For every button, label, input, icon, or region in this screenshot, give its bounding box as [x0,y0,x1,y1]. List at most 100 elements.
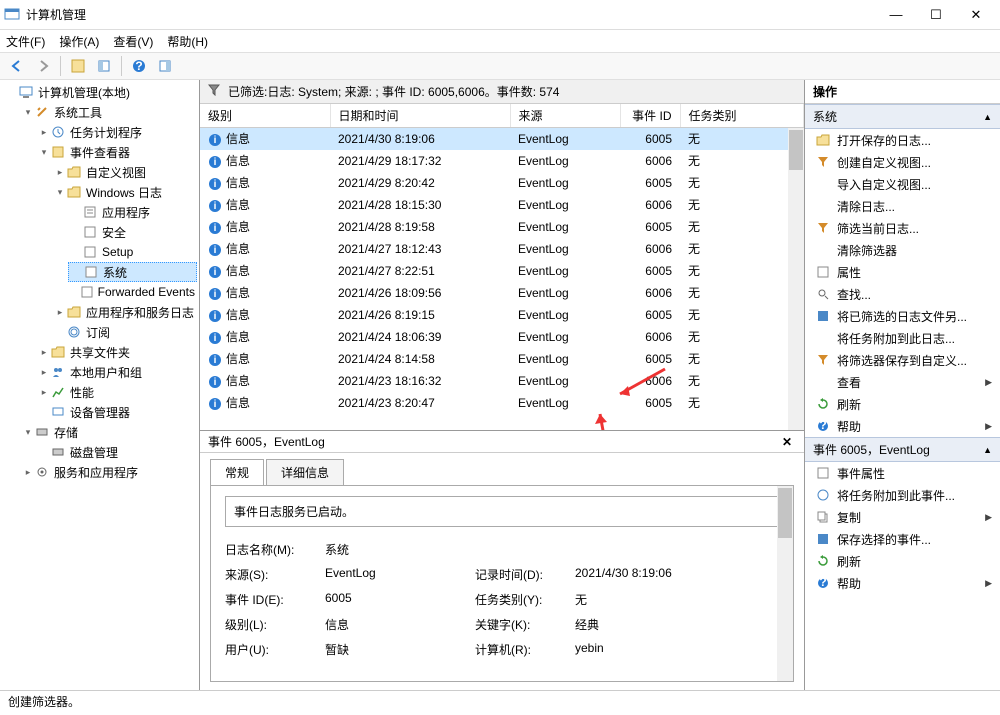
action-attach-task-log[interactable]: 将任务附加到此日志... [805,327,1000,349]
tree-system-tools[interactable]: ▾系统工具 [20,102,197,122]
action-view[interactable]: 查看▶ [805,371,1000,393]
tree-setup[interactable]: Setup [68,242,197,262]
action-save-filtered[interactable]: 将已筛选的日志文件另... [805,305,1000,327]
table-row[interactable]: i信息2021/4/26 8:19:15EventLog6005无 [200,304,804,326]
tree-storage[interactable]: ▾存储 [20,422,197,442]
event-viewer-icon [50,144,66,160]
filter-bar: 已筛选:日志: System; 来源: ; 事件 ID: 6005,6006。事… [200,80,804,104]
tree-application[interactable]: 应用程序 [68,202,197,222]
table-row[interactable]: i信息2021/4/23 18:16:32EventLog6006无 [200,370,804,392]
table-row[interactable]: i信息2021/4/24 18:06:39EventLog6006无 [200,326,804,348]
log-icon [80,284,94,300]
table-row[interactable]: i信息2021/4/29 18:17:32EventLog6006无 [200,150,804,172]
table-row[interactable]: i信息2021/4/27 18:12:43EventLog6006无 [200,238,804,260]
status-text: 创建筛选器。 [8,695,80,709]
tree-device-mgr[interactable]: 设备管理器 [36,402,197,422]
info-icon: i [208,133,222,147]
action-filter-current[interactable]: 筛选当前日志... [805,217,1000,239]
action-copy[interactable]: 复制▶ [805,506,1000,528]
action-import-view[interactable]: 导入自定义视图... [805,173,1000,195]
table-row[interactable]: i信息2021/4/26 18:09:56EventLog6006无 [200,282,804,304]
menu-view[interactable]: 查看(V) [113,33,153,50]
disk-icon [50,444,66,460]
col-source[interactable]: 来源 [510,104,620,128]
detail-close-button[interactable]: ✕ [778,435,796,449]
tree-system[interactable]: 系统 [68,262,197,282]
help-button[interactable]: ? [128,55,150,77]
back-button[interactable] [6,55,28,77]
action-help[interactable]: ?帮助▶ [805,415,1000,437]
action-clear-log[interactable]: 清除日志... [805,195,1000,217]
action-save-selected[interactable]: 保存选择的事件... [805,528,1000,550]
tree-event-viewer[interactable]: ▾事件查看器 [36,142,197,162]
action-help2[interactable]: ?帮助▶ [805,572,1000,594]
col-taskcat[interactable]: 任务类别 [680,104,804,128]
table-row[interactable]: i信息2021/4/23 8:20:47EventLog6005无 [200,392,804,414]
action-event-props[interactable]: 事件属性 [805,462,1000,484]
shared-folder-icon [50,344,66,360]
tree-security[interactable]: 安全 [68,222,197,242]
lbl-keywords: 关键字(K): [475,616,565,633]
svg-text:?: ? [819,577,826,589]
table-row[interactable]: i信息2021/4/28 8:19:58EventLog6005无 [200,216,804,238]
table-row[interactable]: i信息2021/4/24 8:14:58EventLog6005无 [200,348,804,370]
col-datetime[interactable]: 日期和时间 [330,104,510,128]
minimize-button[interactable]: — [876,1,916,29]
tree-subscriptions[interactable]: 订阅 [52,322,197,342]
info-icon: i [208,155,222,169]
show-hide-tree-button[interactable] [67,55,89,77]
val-source: EventLog [325,566,465,583]
action-attach-task-event[interactable]: 将任务附加到此事件... [805,484,1000,506]
grid-scrollbar[interactable] [788,128,804,430]
tab-general[interactable]: 常规 [210,459,264,485]
tree-panel[interactable]: 计算机管理(本地) ▾系统工具 ▸任务计划程序 ▾事件查看器 ▸自定义视图 [0,80,200,690]
menu-action[interactable]: 操作(A) [59,33,99,50]
maximize-button[interactable]: ☐ [916,1,956,29]
tree-custom-views[interactable]: ▸自定义视图 [52,162,197,182]
tree-app-svc-logs[interactable]: ▸应用程序和服务日志 [52,302,197,322]
actions-title: 操作 [805,80,1000,104]
action-save-filter-custom[interactable]: 将筛选器保存到自定义... [805,349,1000,371]
action-open-saved[interactable]: 打开保存的日志... [805,129,1000,151]
tree-windows-logs[interactable]: ▾Windows 日志 [52,182,197,202]
tree-task-scheduler[interactable]: ▸任务计划程序 [36,122,197,142]
action-refresh2[interactable]: 刷新 [805,550,1000,572]
forward-button[interactable] [32,55,54,77]
svg-text:i: i [214,179,217,190]
menu-help[interactable]: 帮助(H) [167,33,208,50]
actions-pane: 操作 系统▲ 打开保存的日志... 创建自定义视图... 导入自定义视图... … [805,80,1000,690]
tree-disk-mgmt[interactable]: 磁盘管理 [36,442,197,462]
table-row[interactable]: i信息2021/4/27 8:22:51EventLog6005无 [200,260,804,282]
tree-forwarded[interactable]: Forwarded Events [68,282,197,302]
lbl-logged: 记录时间(D): [475,566,565,583]
tree-root[interactable]: 计算机管理(本地) [4,82,197,102]
tree-services-apps[interactable]: ▸服务和应用程序 [20,462,197,482]
tab-details[interactable]: 详细信息 [266,459,344,485]
event-grid[interactable]: 级别 日期和时间 来源 事件 ID 任务类别 i信息2021/4/30 8:19… [200,104,804,430]
save-icon [815,308,831,324]
detail-tabs: 常规 详细信息 [200,453,804,485]
filter-icon [815,352,831,368]
lbl-eventid: 事件 ID(E): [225,591,315,608]
action-clear-filter[interactable]: 清除筛选器 [805,239,1000,261]
action-pane-button[interactable] [154,55,176,77]
properties-button[interactable] [93,55,115,77]
action-find[interactable]: 查找... [805,283,1000,305]
table-row[interactable]: i信息2021/4/30 8:19:06EventLog6005无 [200,128,804,150]
detail-scrollbar[interactable] [777,486,793,681]
actions-section-event[interactable]: 事件 6005，EventLog▲ [805,437,1000,462]
action-refresh[interactable]: 刷新 [805,393,1000,415]
table-row[interactable]: i信息2021/4/28 18:15:30EventLog6006无 [200,194,804,216]
tree-local-users[interactable]: ▸本地用户和组 [36,362,197,382]
col-eventid[interactable]: 事件 ID [620,104,680,128]
close-button[interactable]: ✕ [956,1,996,29]
filter-icon [815,220,831,236]
tree-performance[interactable]: ▸性能 [36,382,197,402]
action-properties[interactable]: 属性 [805,261,1000,283]
col-level[interactable]: 级别 [200,104,330,128]
table-row[interactable]: i信息2021/4/29 8:20:42EventLog6005无 [200,172,804,194]
tree-shared-folders[interactable]: ▸共享文件夹 [36,342,197,362]
action-create-view[interactable]: 创建自定义视图... [805,151,1000,173]
menu-file[interactable]: 文件(F) [6,33,45,50]
actions-section-system[interactable]: 系统▲ [805,104,1000,129]
